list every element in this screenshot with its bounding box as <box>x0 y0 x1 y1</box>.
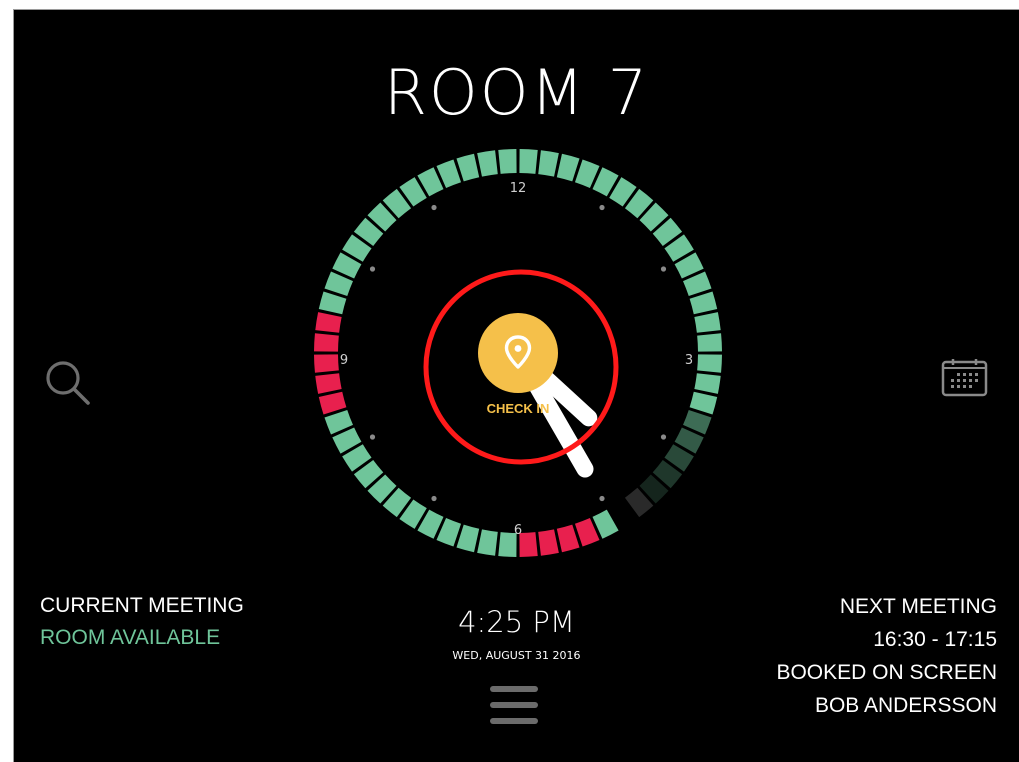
next-meeting-panel: NEXT MEETING 16:30 - 17:15 BOOKED ON SCR… <box>776 590 997 722</box>
hour-tick-dot <box>660 434 667 440</box>
hour-tick-dot <box>369 266 376 272</box>
clock-numeral-9: 9 <box>340 353 348 368</box>
menu-bar-bottom <box>490 718 538 724</box>
clock-numeral-12: 12 <box>510 181 527 196</box>
check-in-button-circle[interactable] <box>478 313 558 393</box>
ring-segment-available[interactable] <box>318 291 347 315</box>
hour-tick-dot <box>599 495 605 502</box>
ring-segment-available[interactable] <box>694 312 721 333</box>
calendar-button[interactable] <box>940 359 990 399</box>
next-meeting-heading: NEXT MEETING <box>839 595 997 618</box>
next-meeting-title: BOOKED ON SCREEN <box>776 661 997 684</box>
ring-segment-booked <box>318 391 347 415</box>
calendar-icon <box>941 359 988 397</box>
ring-segment-available[interactable] <box>456 153 480 182</box>
ring-segment-available[interactable] <box>538 150 559 177</box>
ring-segment-available[interactable] <box>477 529 498 556</box>
hour-tick-dot <box>369 434 376 440</box>
ring-segment-available[interactable] <box>689 391 718 415</box>
search-icon <box>46 361 90 405</box>
menu-button[interactable] <box>488 686 540 730</box>
ring-segment-booked <box>315 373 342 394</box>
ring-segment-booked <box>314 333 339 352</box>
hour-tick-dot <box>431 204 437 211</box>
ring-segment-available[interactable] <box>456 524 480 553</box>
ring-segment-available[interactable] <box>697 354 722 373</box>
menu-bar-middle <box>490 702 538 708</box>
ring-segment-available[interactable] <box>556 153 580 182</box>
room-display-screen: ROOM 7 12 3 6 9 CHECK IN CURRENT MEETING… <box>14 10 1019 762</box>
ring-segment-booked <box>519 532 538 557</box>
hour-tick-dot <box>660 266 667 272</box>
ring-segment-available[interactable] <box>689 291 718 315</box>
ring-segment-available[interactable] <box>477 150 498 177</box>
hour-tick-dot <box>599 204 605 211</box>
check-in-button[interactable] <box>478 313 558 393</box>
clock-numeral-6: 6 <box>514 523 522 538</box>
ring-segment-available[interactable] <box>697 333 722 352</box>
menu-bar-top <box>490 686 538 692</box>
ring-segment-booked <box>315 312 342 333</box>
ring-segment-available[interactable] <box>694 373 721 394</box>
check-in-label[interactable]: CHECK IN <box>487 401 550 416</box>
search-button[interactable] <box>42 359 94 411</box>
next-meeting-organizer: BOB ANDERSSON <box>814 694 997 717</box>
ring-segment-available[interactable] <box>519 149 538 174</box>
ring-segment-booked <box>556 524 580 553</box>
ring-segment-available[interactable] <box>498 149 517 174</box>
next-meeting-time-range: 16:30 - 17:15 <box>873 628 997 651</box>
ring-segment-booked <box>538 529 559 556</box>
ring-segment-booked <box>314 354 339 373</box>
clock-numeral-3: 3 <box>685 353 693 368</box>
hour-tick-dot <box>431 495 437 502</box>
